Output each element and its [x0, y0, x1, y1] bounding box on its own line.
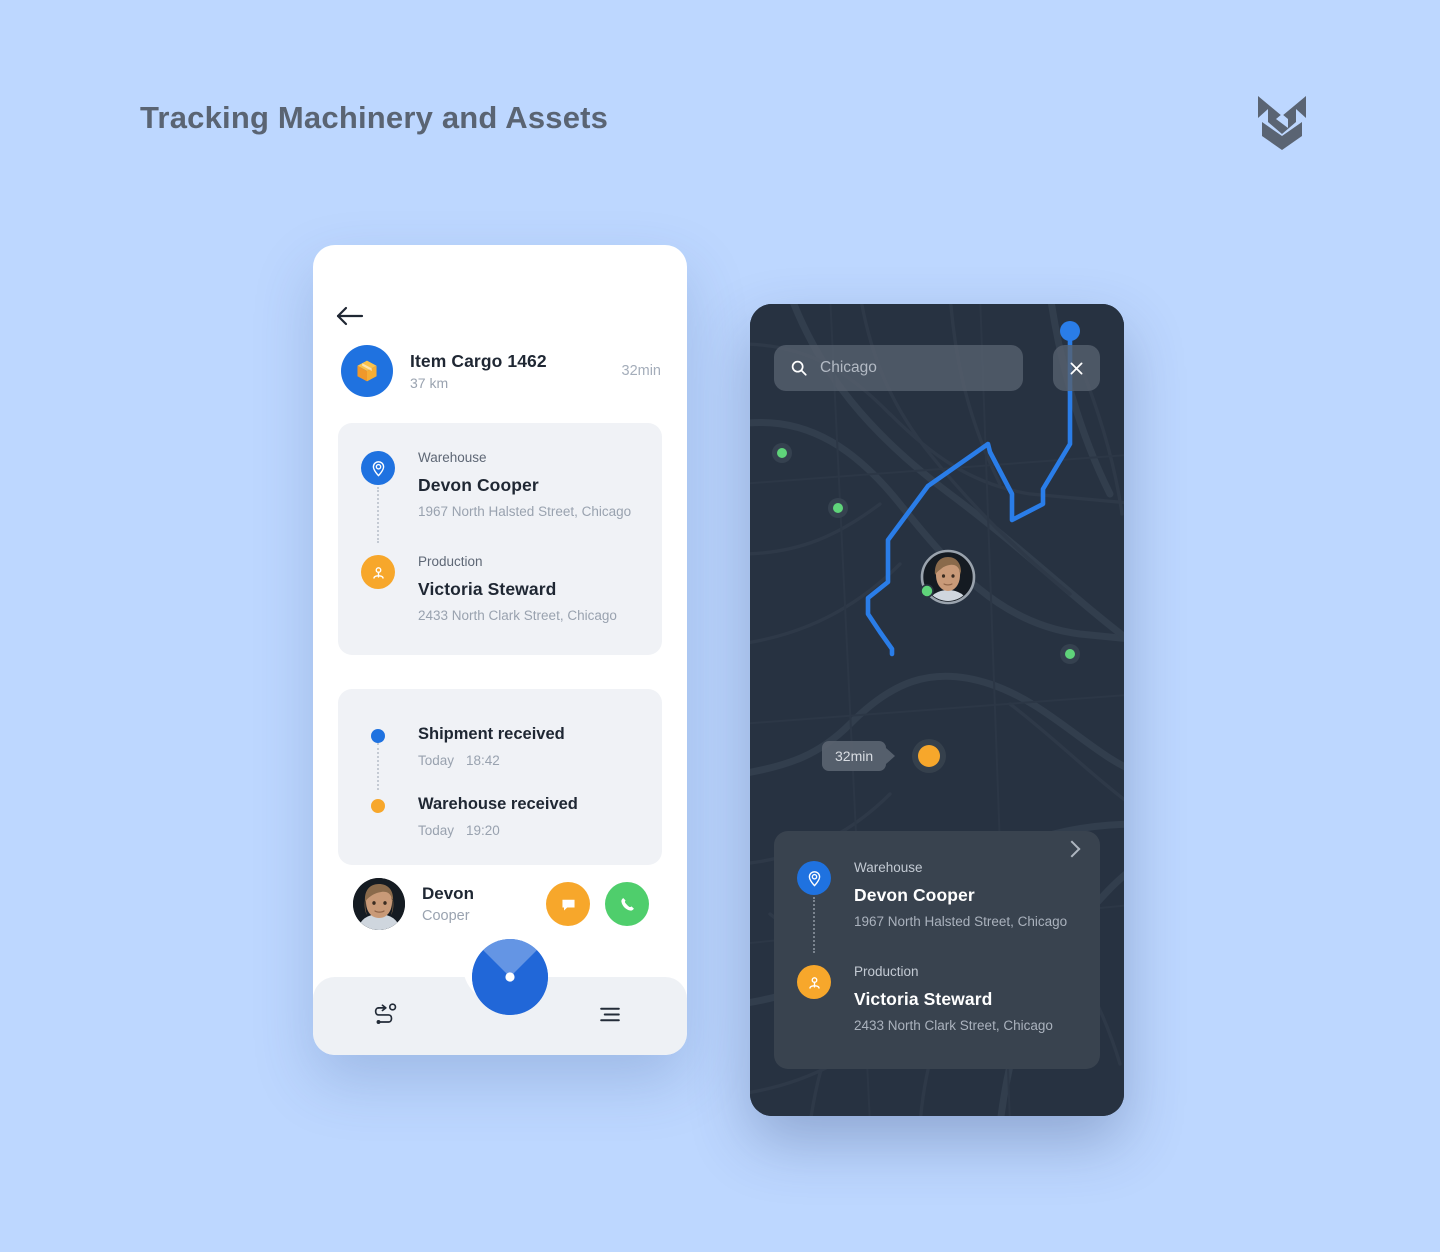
timeline-title: Warehouse received — [418, 795, 578, 813]
right-phone-screen: 32min Warehouse — [750, 304, 1124, 1116]
timeline-meta: Today 18:42 — [418, 753, 565, 768]
close-icon[interactable] — [1053, 345, 1100, 391]
map-eta-chip: 32min — [822, 741, 896, 771]
driver-online-badge — [920, 584, 934, 598]
chevron-right-icon[interactable] — [1063, 840, 1081, 858]
contact-row: Devon Cooper — [353, 878, 649, 930]
driver-map-avatar[interactable] — [920, 549, 976, 605]
route-start-dot — [1060, 321, 1080, 341]
stop-address: 2433 North Clark Street, Chicago — [854, 1017, 1053, 1033]
stop-warehouse[interactable]: Warehouse Devon Cooper 1967 North Halste… — [797, 860, 1068, 929]
timeline-dot-icon — [371, 799, 385, 813]
stop-kind: Warehouse — [854, 860, 923, 875]
stop-name: Devon Cooper — [418, 474, 539, 495]
person-pin-icon — [361, 555, 395, 589]
chat-bubble-icon[interactable] — [546, 882, 590, 926]
contact-first-name: Devon — [422, 884, 474, 903]
route-icon[interactable] — [371, 1001, 405, 1031]
timeline-card: Shipment received Today 18:42 Warehouse r… — [338, 689, 662, 865]
stop-address: 2433 North Clark Street, Chicago — [418, 607, 617, 623]
dark-address-card[interactable]: Warehouse Devon Cooper 1967 North Halste… — [774, 831, 1100, 1069]
timeline-item: Warehouse received Today 19:20 — [371, 795, 578, 838]
timeline-item: Shipment received Today 18:42 — [371, 725, 565, 768]
stop-address: 1967 North Halsted Street, Chicago — [418, 503, 632, 519]
stop-name: Victoria Steward — [418, 578, 557, 599]
driver-avatar[interactable] — [353, 878, 405, 930]
cargo-distance: 37 km — [410, 375, 449, 391]
search-icon — [790, 359, 808, 377]
route-end-dot — [918, 745, 940, 767]
bottom-tabbar — [313, 939, 687, 1055]
cargo-eta: 32min — [621, 363, 662, 379]
stop-kind: Warehouse — [418, 450, 487, 465]
phone-icon[interactable] — [605, 882, 649, 926]
map-pin-icon — [361, 451, 395, 485]
timeline-day: Today — [418, 753, 455, 768]
ms-monogram-logo — [1254, 92, 1310, 154]
search-input[interactable] — [820, 359, 1000, 377]
timeline-time: 19:20 — [466, 823, 500, 838]
page-title: Tracking Machinery and Assets — [140, 100, 609, 135]
stop-warehouse[interactable]: Warehouse Devon Cooper 1967 North Halste… — [361, 450, 632, 519]
timeline-day: Today — [418, 823, 455, 838]
stop-kind: Production — [418, 554, 483, 569]
timeline-meta: Today 19:20 — [418, 823, 578, 838]
navigation-radar-icon[interactable] — [472, 939, 548, 1015]
left-phone-screen: Item Cargo 1462 37 km 32min Warehouse De… — [313, 245, 687, 1055]
menu-lines-icon[interactable] — [595, 1001, 629, 1031]
search-bar[interactable] — [774, 345, 1023, 391]
stop-name: Devon Cooper — [854, 884, 975, 905]
back-arrow-icon[interactable] — [335, 303, 365, 329]
stop-production[interactable]: Production Victoria Steward 2433 North C… — [797, 964, 1053, 1033]
cargo-title: Item Cargo 1462 — [410, 351, 547, 371]
timeline-time: 18:42 — [466, 753, 500, 768]
cargo-box-icon — [341, 345, 393, 397]
person-pin-icon — [797, 965, 831, 999]
stop-kind: Production — [854, 964, 919, 979]
stop-production[interactable]: Production Victoria Steward 2433 North C… — [361, 554, 617, 623]
address-card[interactable]: Warehouse Devon Cooper 1967 North Halste… — [338, 423, 662, 655]
map-pin-icon — [797, 861, 831, 895]
cargo-summary-row[interactable]: Item Cargo 1462 37 km 32min — [341, 343, 661, 399]
eta-chip-arrow — [886, 748, 896, 764]
timeline-dot-icon — [371, 729, 385, 743]
stop-address: 1967 North Halsted Street, Chicago — [854, 913, 1068, 929]
timeline-title: Shipment received — [418, 725, 565, 743]
stop-name: Victoria Steward — [854, 988, 993, 1009]
contact-last-name: Cooper — [422, 908, 470, 924]
